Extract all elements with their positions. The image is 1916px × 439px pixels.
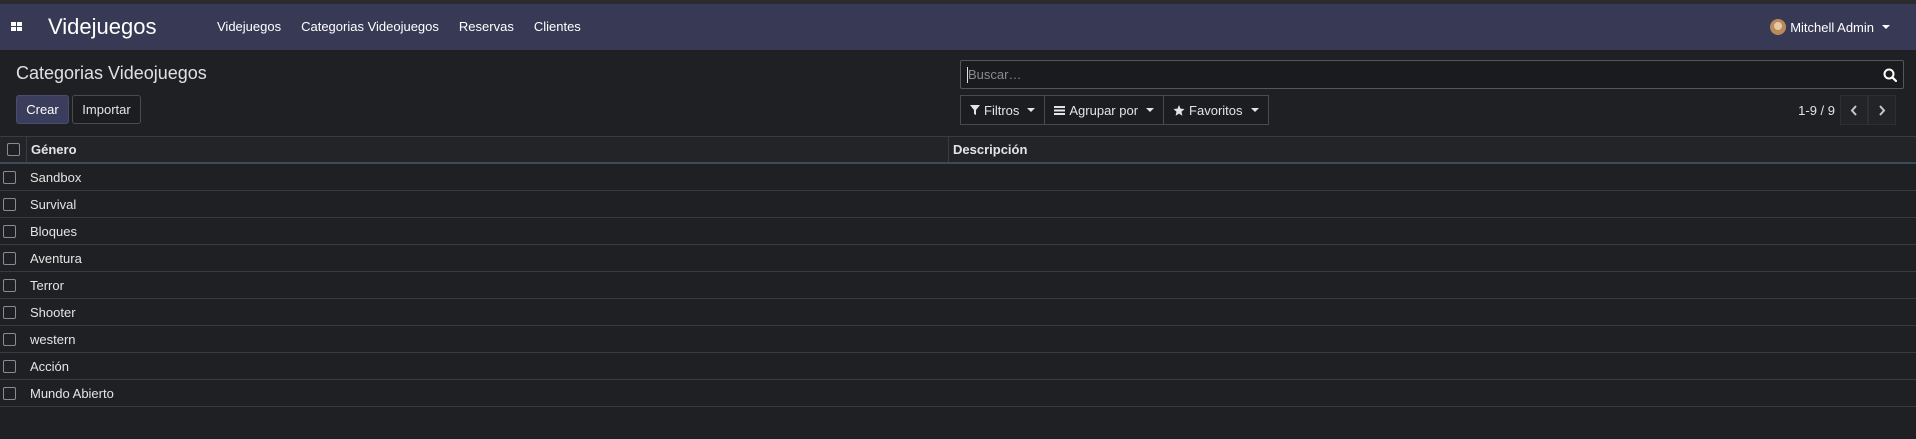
table-row[interactable]: Bloques: [0, 218, 1916, 245]
filter-icon: [970, 105, 980, 115]
row-checkbox[interactable]: [3, 224, 16, 238]
caret-down-icon: [1882, 25, 1890, 29]
row-checkbox[interactable]: [3, 251, 16, 265]
search-icon[interactable]: [1883, 68, 1898, 85]
cell-genero: Aventura: [30, 250, 82, 266]
app-brand[interactable]: Videjuegos: [48, 14, 198, 40]
user-menu[interactable]: Mitchell Admin: [1770, 4, 1890, 50]
filters-label: Filtros: [984, 102, 1020, 118]
row-checkbox-cell: [0, 299, 19, 325]
main-menu: Videjuegos Categorias Videojuegos Reserv…: [207, 4, 591, 50]
list-table: Género Descripción Sandbox Survival Bloq…: [0, 136, 1916, 407]
table-row[interactable]: Survival: [0, 191, 1916, 218]
menu-item-categorias[interactable]: Categorias Videojuegos: [291, 4, 449, 50]
cell-genero: Terror: [30, 277, 64, 293]
cell-genero: Sandbox: [30, 169, 82, 185]
row-checkbox[interactable]: [3, 305, 16, 319]
menu-item-reservas[interactable]: Reservas: [449, 4, 524, 50]
search-bar: [960, 60, 1904, 89]
table-row[interactable]: Shooter: [0, 299, 1916, 326]
column-header-descripcion[interactable]: Descripción: [949, 137, 1027, 162]
list-icon: [1054, 105, 1066, 115]
row-checkbox-cell: [0, 380, 19, 406]
table-header: Género Descripción: [0, 136, 1916, 164]
row-checkbox-cell: [0, 218, 19, 244]
import-button[interactable]: Importar: [72, 95, 141, 124]
caret-down-icon: [1250, 108, 1259, 112]
create-button[interactable]: Crear: [16, 95, 69, 124]
search-input[interactable]: [965, 61, 1865, 88]
row-checkbox[interactable]: [3, 197, 16, 211]
row-checkbox[interactable]: [3, 332, 16, 346]
menu-item-videjuegos[interactable]: Videjuegos: [207, 4, 291, 50]
pager-value[interactable]: 1-9 / 9: [1798, 103, 1835, 118]
row-checkbox-cell: [0, 245, 19, 271]
table-row[interactable]: Mundo Abierto: [0, 380, 1916, 407]
cell-genero: Bloques: [30, 223, 77, 239]
row-checkbox-cell: [0, 191, 19, 217]
table-row[interactable]: Acción: [0, 353, 1916, 380]
menu-item-clientes[interactable]: Clientes: [524, 4, 591, 50]
table-row[interactable]: western: [0, 326, 1916, 353]
user-name: Mitchell Admin: [1790, 19, 1874, 35]
row-checkbox-cell: [0, 326, 19, 352]
select-all-checkbox-cell: [0, 137, 27, 162]
chevron-left-icon[interactable]: [1840, 95, 1868, 125]
chevron-right-icon[interactable]: [1868, 95, 1896, 125]
groupby-dropdown[interactable]: Agrupar por: [1045, 95, 1165, 125]
star-icon: [1173, 104, 1185, 116]
caret-down-icon: [1027, 108, 1036, 112]
filters-dropdown[interactable]: Filtros: [960, 95, 1046, 125]
cell-genero: Acción: [30, 358, 70, 374]
favorites-label: Favoritos: [1189, 102, 1243, 118]
page-title: Categorias Videojuegos: [16, 63, 207, 83]
table-row[interactable]: Sandbox: [0, 164, 1916, 191]
top-navbar: Videjuegos Videjuegos Categorias Videoju…: [0, 0, 1916, 50]
caret-down-icon: [1146, 108, 1155, 112]
cell-genero: Shooter: [30, 304, 76, 320]
select-all-checkbox[interactable]: [6, 143, 20, 156]
avatar: [1770, 19, 1787, 35]
row-checkbox[interactable]: [3, 359, 16, 373]
row-checkbox[interactable]: [3, 170, 16, 184]
row-checkbox[interactable]: [3, 278, 16, 292]
row-checkbox[interactable]: [3, 386, 16, 400]
table-row[interactable]: Aventura: [0, 245, 1916, 272]
groupby-label: Agrupar por: [1069, 102, 1139, 118]
cell-genero: Mundo Abierto: [30, 385, 114, 401]
row-checkbox-cell: [0, 353, 19, 379]
cell-genero: Survival: [30, 196, 77, 212]
column-header-genero[interactable]: Género: [27, 137, 949, 162]
row-checkbox-cell: [0, 272, 19, 298]
table-row[interactable]: Terror: [0, 272, 1916, 299]
favorites-dropdown[interactable]: Favoritos: [1164, 95, 1269, 125]
row-checkbox-cell: [0, 164, 19, 190]
apps-grid-icon[interactable]: [2, 4, 32, 50]
pager: 1-9 / 9: [1798, 95, 1896, 125]
cell-genero: western: [30, 331, 76, 347]
search-options: Filtros Agrupar por Favoritos: [960, 95, 1269, 125]
